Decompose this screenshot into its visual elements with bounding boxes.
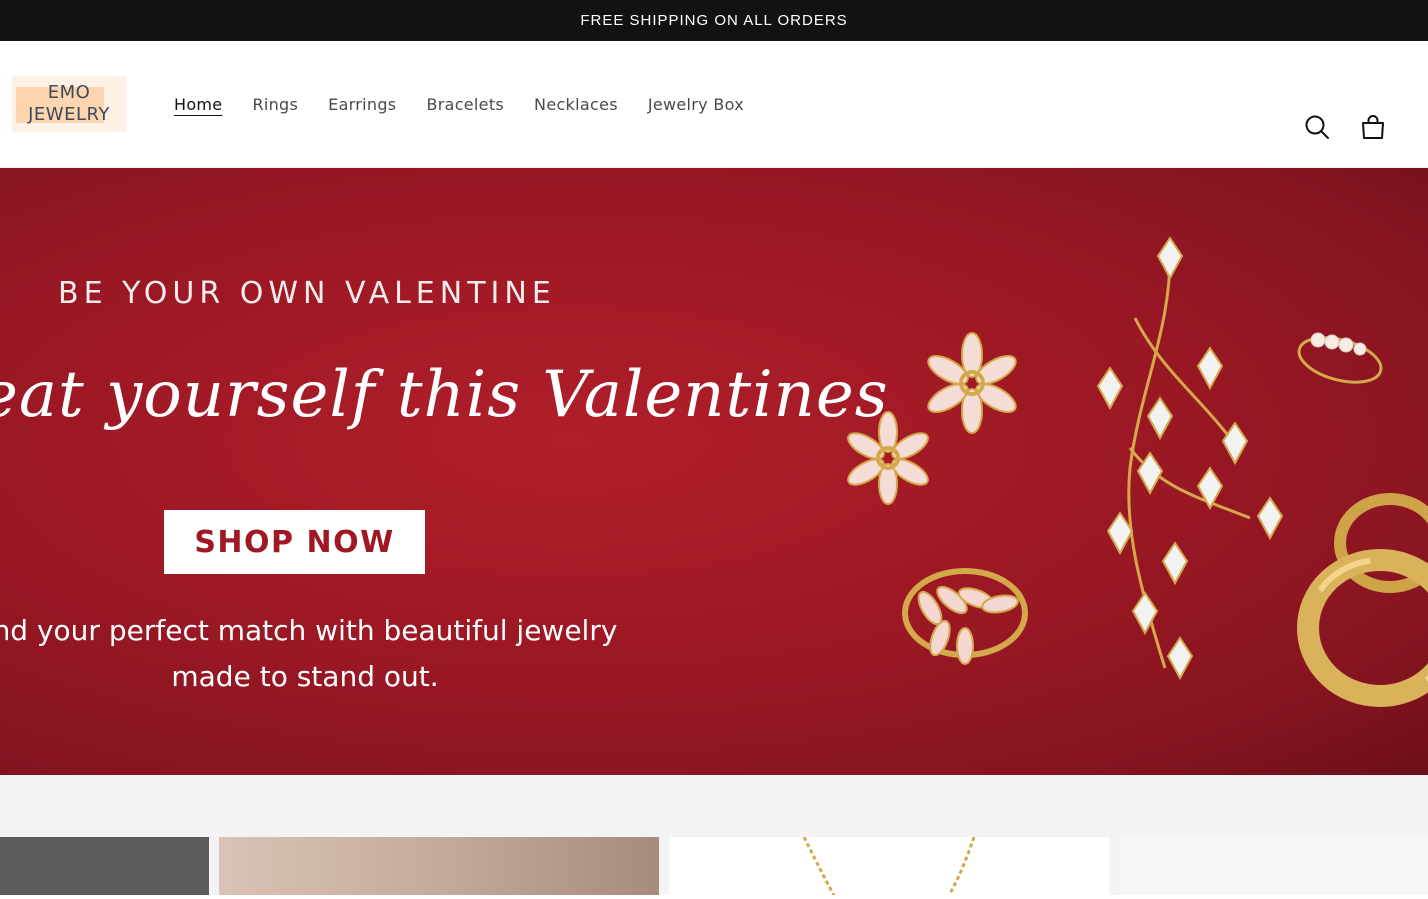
jewelry-image — [847, 236, 1428, 707]
dangle-earring-gems — [1096, 236, 1284, 681]
hero-headline: eat yourself this Valentines — [0, 358, 889, 432]
collection-card[interactable] — [219, 837, 659, 895]
logo-line-2: JEWELRY — [28, 104, 110, 125]
flower-earring-1 — [847, 411, 929, 505]
nav-item-home[interactable]: Home — [174, 95, 222, 114]
announcement-text: FREE SHIPPING ON ALL ORDERS — [580, 12, 848, 29]
announcement-bar: FREE SHIPPING ON ALL ORDERS — [0, 0, 1428, 41]
collection-grid — [0, 775, 1428, 896]
hero-eyebrow: BE YOUR OWN VALENTINE — [58, 276, 556, 311]
hero-subtext: nd your perfect match with beautiful jew… — [0, 608, 630, 700]
logo-line-1: EMO — [47, 82, 91, 103]
search-icon[interactable] — [1302, 112, 1332, 142]
nav-item-jewelry-box[interactable]: Jewelry Box — [648, 95, 744, 114]
hero-subtext-line-1: nd your perfect match with beautiful jew… — [0, 614, 618, 647]
site-logo[interactable]: EMO JEWELRY — [12, 76, 126, 132]
header-icons — [1302, 112, 1388, 142]
nav-item-rings[interactable]: Rings — [252, 95, 298, 114]
site-header: EMO JEWELRY Home Rings Earrings Bracelet… — [0, 41, 1428, 168]
pearl-ring — [1297, 332, 1383, 384]
nav-item-necklaces[interactable]: Necklaces — [534, 95, 618, 114]
flower-earring-2 — [927, 332, 1017, 434]
collection-card[interactable] — [669, 836, 1109, 896]
hero-subtext-line-2: made to stand out. — [171, 660, 439, 693]
main-nav: Home Rings Earrings Bracelets Necklaces … — [174, 41, 774, 168]
collection-card[interactable] — [0, 837, 209, 895]
hero-banner: BE YOUR OWN VALENTINE eat yourself this … — [0, 168, 1428, 775]
necklace-image — [802, 836, 976, 896]
gold-hoops — [1297, 493, 1428, 707]
nav-item-bracelets[interactable]: Bracelets — [426, 95, 504, 114]
leaf-ring — [902, 568, 1028, 665]
collection-card[interactable] — [1119, 837, 1428, 895]
shop-now-button[interactable]: SHOP NOW — [164, 510, 425, 574]
nav-item-earrings[interactable]: Earrings — [328, 95, 396, 114]
cart-icon[interactable] — [1358, 112, 1388, 142]
